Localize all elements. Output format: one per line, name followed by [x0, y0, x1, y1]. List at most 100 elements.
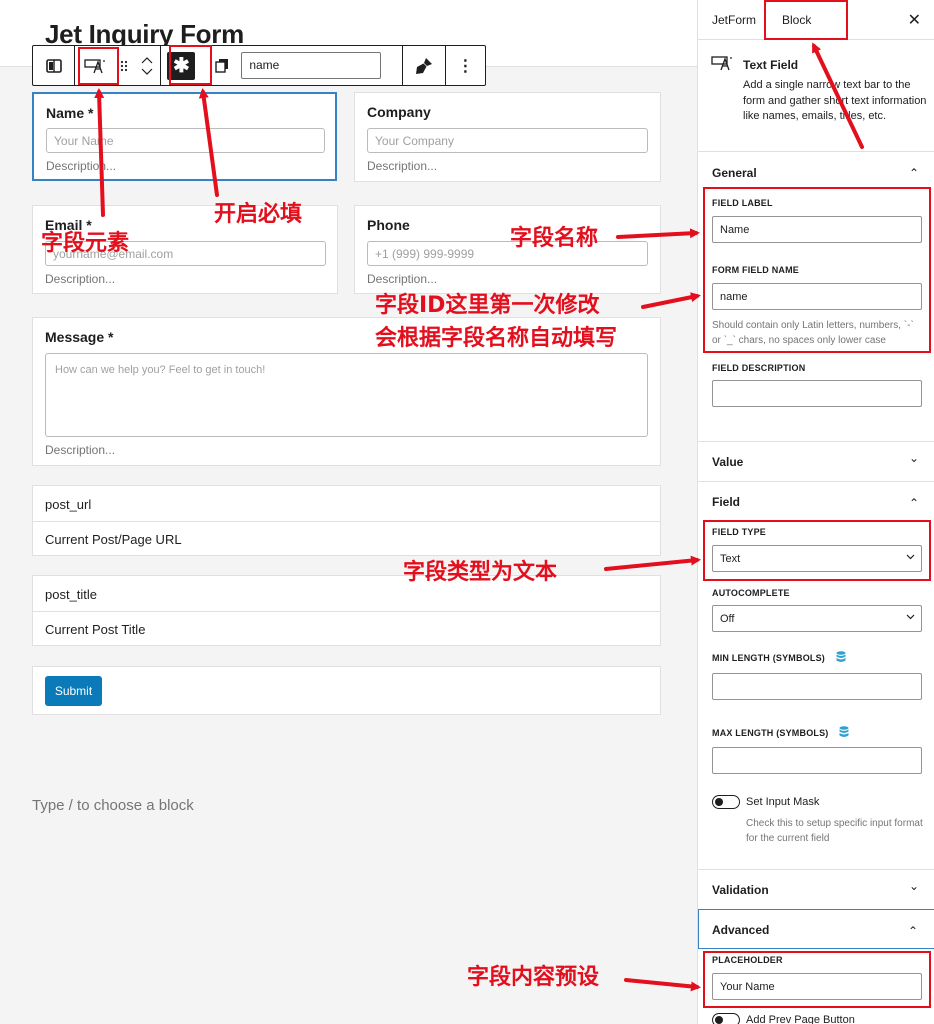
- hidden-field-value: Current Post/Page URL: [45, 532, 182, 547]
- field-label: Phone: [367, 217, 410, 233]
- panel-title: Field: [712, 495, 741, 509]
- field-label-input[interactable]: Name: [712, 216, 922, 243]
- style-button[interactable]: [403, 46, 444, 85]
- form-field-name-input[interactable]: name: [712, 283, 922, 310]
- text-field-icon: [711, 56, 732, 71]
- field-description-title: FIELD DESCRIPTION: [712, 363, 806, 373]
- tab-block[interactable]: Block: [782, 13, 811, 27]
- panel-title: Validation: [712, 883, 769, 897]
- settings-sidebar: JetForm Block ✕ Text Field Add a single …: [697, 0, 934, 1024]
- asterisk-icon: ✱: [167, 51, 196, 80]
- field-description: Description...: [367, 159, 438, 173]
- input-mask-toggle[interactable]: [712, 795, 740, 809]
- min-length-title: MIN LENGTH (SYMBOLS): [712, 651, 846, 663]
- block-appender-hint[interactable]: Type / to choose a block: [32, 797, 194, 814]
- form-field-name-title: FORM FIELD NAME: [712, 265, 799, 275]
- field-label: Email *: [45, 217, 92, 233]
- panel-validation-toggle[interactable]: Validation ⌄: [698, 869, 934, 909]
- block-card: Text Field Add a single narrow text bar …: [698, 40, 934, 152]
- min-length-input[interactable]: [712, 673, 922, 700]
- chevron-down-icon: ⌄: [908, 451, 919, 465]
- database-icon[interactable]: [836, 651, 846, 663]
- parent-block-button[interactable]: [33, 46, 74, 85]
- panel-title: Advanced: [712, 923, 770, 937]
- max-length-label: MAX LENGTH (SYMBOLS): [712, 728, 829, 738]
- submit-button[interactable]: Submit: [45, 676, 102, 706]
- required-toggle-button[interactable]: ✱: [161, 46, 202, 85]
- max-length-input[interactable]: [712, 747, 922, 774]
- field-description: Description...: [367, 272, 438, 286]
- text-field-icon: [84, 58, 105, 73]
- move-up-icon[interactable]: [141, 56, 153, 64]
- chevron-up-icon: ⌃: [908, 166, 919, 180]
- move-down-icon[interactable]: [141, 68, 153, 75]
- move-arrows: [134, 46, 160, 85]
- chevron-up-icon: ⌃: [907, 924, 918, 938]
- drag-handle[interactable]: [115, 46, 135, 85]
- message-field-block[interactable]: Message * How can we help you? Feel to g…: [32, 317, 661, 466]
- drag-handle-icon: [121, 60, 128, 71]
- hidden-field-post-url[interactable]: post_url Current Post/Page URL: [32, 485, 661, 556]
- editor-canvas: Jet Inquiry Form ✱ name ⋮ Name * Your Na…: [0, 0, 697, 1024]
- autocomplete-value: Off: [720, 613, 735, 625]
- max-length-title: MAX LENGTH (SYMBOLS): [712, 726, 849, 738]
- block-description: Add a single narrow text bar to the form…: [743, 79, 927, 122]
- prev-page-toggle[interactable]: [712, 1013, 740, 1024]
- input-mask-label: Set Input Mask: [746, 796, 820, 808]
- panel-field-toggle[interactable]: Field ⌃: [698, 481, 934, 521]
- hidden-field-post-title[interactable]: post_title Current Post Title: [32, 575, 661, 646]
- database-icon[interactable]: [839, 726, 849, 738]
- field-description: Description...: [45, 272, 116, 286]
- hidden-field-name: post_title: [45, 587, 98, 602]
- brush-icon: [416, 57, 433, 74]
- field-type-select[interactable]: Text: [712, 545, 922, 572]
- phone-input[interactable]: +1 (999) 999-9999: [367, 241, 648, 266]
- chevron-down-icon: [906, 612, 915, 623]
- copy-icon: [214, 59, 228, 73]
- more-options-button[interactable]: ⋮: [446, 46, 485, 85]
- panel-value-toggle[interactable]: Value ⌄: [698, 441, 934, 481]
- form-field-name-help: Should contain only Latin letters, numbe…: [712, 320, 914, 346]
- name-field-block[interactable]: Name * Your Name Description...: [32, 92, 337, 181]
- field-name-cell: name: [241, 46, 404, 85]
- field-label: Name *: [46, 105, 94, 121]
- hidden-field-name: post_url: [45, 497, 92, 512]
- submit-field-block[interactable]: Submit: [32, 666, 661, 715]
- field-label: Message *: [45, 329, 114, 345]
- phone-field-block[interactable]: Phone +1 (999) 999-9999 Description...: [354, 205, 661, 294]
- sidebar-tabs: JetForm Block ✕: [698, 0, 934, 40]
- input-mask-help: Check this to setup specific input forma…: [746, 818, 923, 844]
- columns-icon: [45, 58, 62, 73]
- message-textarea[interactable]: How can we help you? Feel to get in touc…: [45, 353, 648, 437]
- autocomplete-select[interactable]: Off: [712, 605, 922, 632]
- name-input[interactable]: Your Name: [46, 128, 325, 153]
- prev-page-label: Add Prev Page Button: [746, 1014, 855, 1024]
- panel-general-toggle[interactable]: General ⌃: [698, 152, 934, 192]
- tab-jetform[interactable]: JetForm: [712, 13, 756, 27]
- company-input[interactable]: Your Company: [367, 128, 648, 153]
- field-description-input[interactable]: [712, 380, 922, 407]
- email-input[interactable]: yourname@email.com: [45, 241, 326, 266]
- autocomplete-title: AUTOCOMPLETE: [712, 588, 790, 598]
- block-name: Text Field: [743, 58, 799, 72]
- panel-advanced-toggle[interactable]: Advanced ⌃: [698, 909, 934, 949]
- chevron-down-icon: ⌄: [908, 879, 919, 893]
- field-label: Company: [367, 104, 431, 120]
- field-type-value: Text: [720, 553, 741, 565]
- chevron-down-icon: [906, 552, 915, 563]
- block-toolbar: ✱ name ⋮: [32, 45, 486, 86]
- min-length-label: MIN LENGTH (SYMBOLS): [712, 653, 825, 663]
- more-vertical-icon: ⋮: [457, 57, 474, 75]
- field-description: Description...: [46, 159, 117, 173]
- field-name-input[interactable]: name: [241, 52, 382, 79]
- duplicate-button[interactable]: [202, 46, 241, 85]
- hidden-field-value: Current Post Title: [45, 622, 146, 637]
- close-icon[interactable]: ✕: [908, 10, 921, 30]
- field-description: Description...: [45, 443, 116, 457]
- email-field-block[interactable]: Email * yourname@email.com Description..…: [32, 205, 338, 294]
- company-field-block[interactable]: Company Your Company Description...: [354, 92, 661, 182]
- block-type-switcher[interactable]: [75, 46, 114, 85]
- panel-title: Value: [712, 455, 744, 469]
- placeholder-input[interactable]: Your Name: [712, 973, 922, 1000]
- chevron-up-icon: ⌃: [908, 496, 919, 510]
